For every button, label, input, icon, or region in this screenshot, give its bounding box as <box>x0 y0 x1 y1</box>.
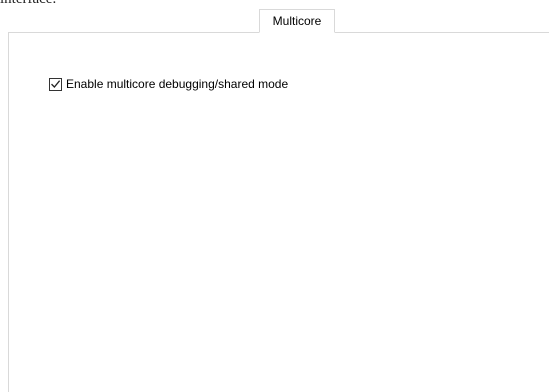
multicore-settings-window: interface. Multicore Enable multicore de… <box>0 0 549 392</box>
enable-multicore-label: Enable multicore debugging/shared mode <box>66 77 289 91</box>
checkmark-icon <box>51 79 61 88</box>
enable-multicore-checkbox-row[interactable]: Enable multicore debugging/shared mode <box>49 76 288 92</box>
enable-multicore-checkbox[interactable] <box>49 77 62 91</box>
tab-multicore[interactable]: Multicore <box>259 9 335 33</box>
tab-multicore-label: Multicore <box>272 14 322 28</box>
partial-heading-text: interface. <box>0 0 56 8</box>
